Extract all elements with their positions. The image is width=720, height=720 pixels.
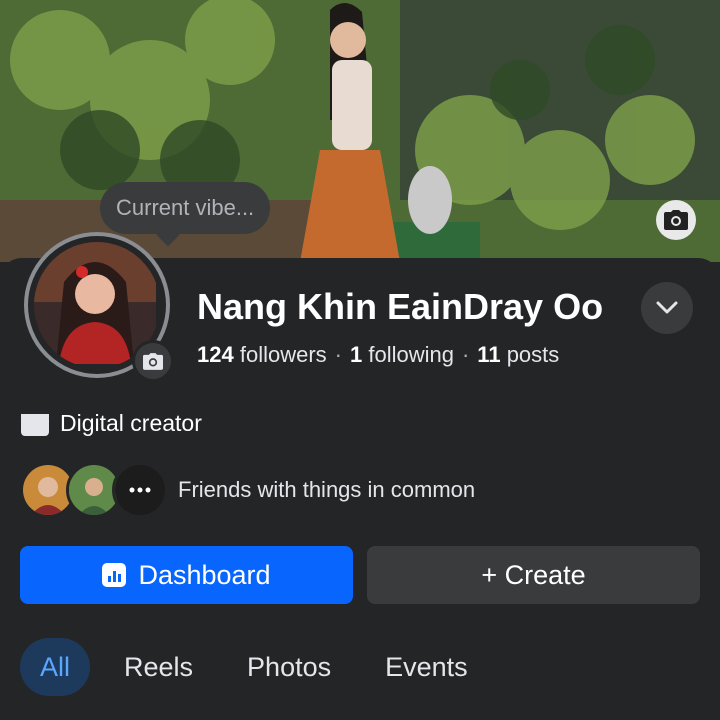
following-stat[interactable]: 1 following	[350, 342, 454, 368]
create-button[interactable]: + Create	[367, 546, 700, 604]
friends-text: Friends with things in common	[178, 477, 476, 502]
dashboard-icon	[102, 563, 127, 587]
tab-reels[interactable]: Reels	[104, 638, 213, 696]
tab-all[interactable]: All	[20, 638, 91, 696]
chevron-down-icon	[656, 301, 678, 314]
more-icon	[115, 465, 165, 515]
create-label: + Create	[481, 559, 586, 590]
profile-tabs: All Reels Photos Events	[20, 638, 502, 696]
tab-photos[interactable]: Photos	[227, 638, 351, 696]
avatar-camera-button[interactable]	[132, 340, 174, 382]
followers-stat[interactable]: 124 followers	[197, 342, 327, 368]
clapperboard-icon	[21, 410, 49, 436]
category-label: Digital creator	[60, 410, 202, 436]
separator: ·	[461, 342, 470, 367]
tab-events[interactable]: Events	[365, 638, 488, 696]
current-vibe-bubble[interactable]: Current vibe...	[100, 182, 271, 234]
posts-stat[interactable]: 11 posts	[477, 342, 559, 368]
camera-icon	[664, 210, 688, 230]
current-vibe-text: Current vibe...	[116, 195, 255, 220]
friend-avatar-more	[112, 462, 168, 518]
mutual-friends-row[interactable]: Friends with things in common	[20, 462, 475, 518]
profile-menu-button[interactable]	[641, 282, 693, 334]
profile-stats: 124 followers · 1 following · 11 posts	[197, 342, 559, 368]
profile-category: Digital creator	[20, 410, 202, 437]
separator: ·	[334, 342, 342, 367]
profile-name: Nang Khin EainDray Oo	[197, 286, 604, 327]
camera-icon	[143, 352, 163, 370]
dashboard-button[interactable]: Dashboard	[20, 546, 353, 604]
dashboard-label: Dashboard	[138, 559, 271, 590]
cover-camera-button[interactable]	[656, 200, 696, 240]
